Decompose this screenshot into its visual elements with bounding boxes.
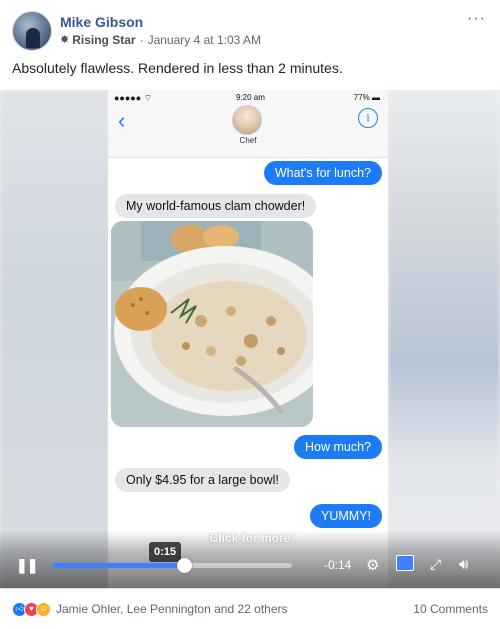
video-player[interactable]: ●●●●● ⌔ 9:20 am 77% ▬ ‹ Chef i What's fo… [0,90,500,588]
meta-separator: · [139,33,144,47]
status-time: 9:20 am [236,93,265,102]
message-bubble-outgoing: How much? [294,435,382,459]
rising-star-icon: ✸ [60,34,70,46]
reactors-text[interactable]: Jamie Ohler, Lee Pennington and 22 other… [56,602,288,616]
scrub-time-tooltip: 0:15 [149,542,181,562]
contact-name: Chef [239,136,257,145]
more-dots-icon: ··· [467,10,486,27]
haha-icon: ☺ [36,601,51,617]
post-timestamp[interactable]: January 4 at 1:03 AM [148,31,261,49]
message-bubble-incoming: My world-famous clam chowder! [115,194,317,218]
fullscreen-icon[interactable]: ⤢ [430,556,441,573]
message-bubble-incoming: Only $4.95 for a large bowl! [115,468,290,492]
phone-header: ●●●●● ⌔ 9:20 am 77% ▬ ‹ Chef i [108,90,388,158]
clam-chowder-photo [111,221,313,427]
badge-label[interactable]: Rising Star [72,31,135,49]
progress-bar[interactable] [52,558,292,573]
post-text: Absolutely flawless. Rendered in less th… [12,60,343,76]
message-bubble-outgoing: YUMMY! [310,504,382,528]
back-chevron-icon: ‹ [118,108,126,133]
pause-icon[interactable]: ❚❚ [16,557,38,574]
hd-icon[interactable] [396,555,414,571]
signal-icon: ●●●●● ⌔ [114,93,153,103]
click-for-more-overlay[interactable]: Click for more [0,531,500,545]
post-footer: 👍︎ ♥ ☺ Jamie Ohler, Lee Pennington and 2… [0,588,500,629]
post-meta: ✸ Rising Star · January 4 at 1:03 AM [60,31,261,49]
battery-percent: 77% [353,93,370,102]
progress-fill [52,563,184,568]
contact-avatar [232,105,262,135]
info-icon: i [358,108,378,128]
video-controls-bar: Click for more 0:15 ❚❚ -0:14 ⚙ ⤢ 🔊︎ [0,530,500,588]
phone-screen: ●●●●● ⌔ 9:20 am 77% ▬ ‹ Chef i What's fo… [108,90,388,588]
reactions-summary[interactable]: 👍︎ ♥ ☺ Jamie Ohler, Lee Pennington and 2… [12,601,288,617]
chowder-image [111,221,313,427]
comments-count[interactable]: 10 Comments [413,602,488,616]
video-blur-right [388,90,500,588]
volume-icon[interactable]: 🔊︎ [459,556,468,573]
time-remaining: -0:14 [324,558,352,572]
post-header: Mike Gibson ✸ Rising Star · January 4 at… [12,10,261,52]
message-bubble-outgoing: What's for lunch? [263,161,382,185]
settings-gear-icon[interactable]: ⚙ [366,556,379,574]
battery-indicator: 77% ▬ [353,93,380,102]
more-options-button[interactable]: ··· [467,10,486,28]
video-blur-left [0,90,110,588]
progress-scrubber-handle[interactable] [177,558,192,573]
author-avatar[interactable] [12,11,52,51]
author-name[interactable]: Mike Gibson [60,13,261,31]
